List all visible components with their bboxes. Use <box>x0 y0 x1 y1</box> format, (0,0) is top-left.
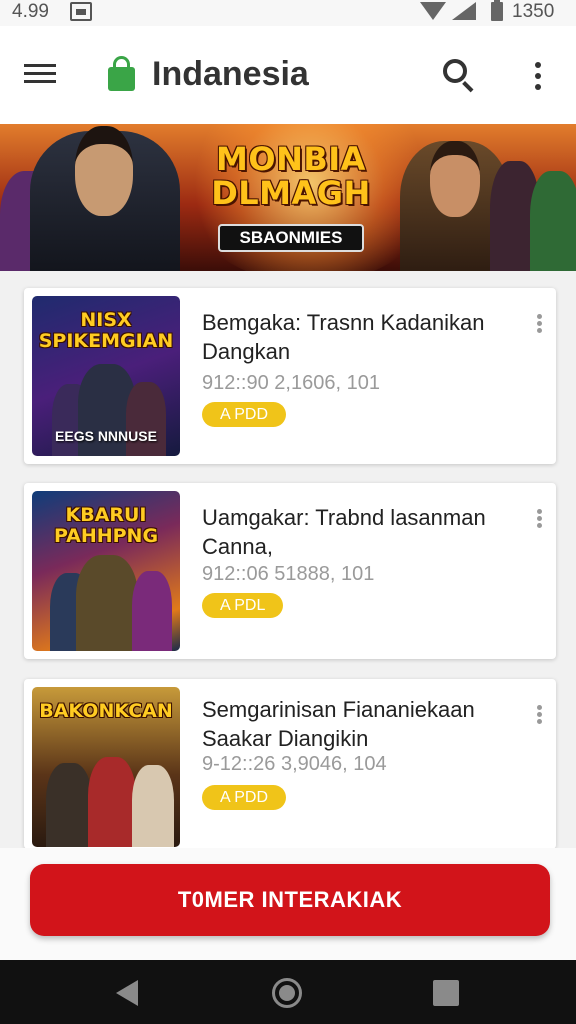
battery-icon <box>491 0 503 21</box>
item-title: Semgarinisan Fiananiekaan Saakar Diangik… <box>202 697 475 751</box>
back-icon[interactable] <box>116 980 138 1006</box>
list-item[interactable]: BAKONKCAN Semgarinisan Fiananiekaan Saak… <box>24 679 556 849</box>
item-meta: 912::90 2,1606, 101 <box>202 372 380 394</box>
thumbnail-title: NISX SPIKEMGIAN <box>38 309 174 352</box>
item-more-icon[interactable] <box>532 314 548 334</box>
item-badge[interactable]: A PDD <box>202 785 287 810</box>
thumbnail-title: BAKONKCAN <box>39 700 173 722</box>
item-thumbnail: NISX SPIKEMGIAN EEGS NNNUSE <box>32 296 180 456</box>
wifi-icon <box>420 2 446 20</box>
home-icon[interactable] <box>272 978 302 1008</box>
banner-figure <box>530 171 576 271</box>
system-nav-bar <box>0 960 576 1024</box>
battery-text: 1350 <box>512 1 555 22</box>
signal-icon <box>452 2 476 20</box>
primary-cta-button[interactable]: T0MER INTERAKIAK <box>30 864 550 936</box>
status-time: 4.99 <box>12 1 49 22</box>
item-more-icon[interactable] <box>532 705 548 725</box>
item-thumbnail: BAKONKCAN <box>32 687 180 847</box>
item-title: Bemgaka: Trasnn Kadanikan Dangkan <box>202 310 485 364</box>
list-item[interactable]: KBARUI PAHHPNG Uamgakar: Trabnd lasanman… <box>24 483 556 659</box>
item-meta: 912::06 51888, 101 <box>202 563 375 585</box>
item-badge[interactable]: A PDD <box>202 402 287 427</box>
banner-title: MONBIA DLMAGH <box>211 140 371 212</box>
menu-icon[interactable] <box>22 61 60 87</box>
item-title: Uamgakar: Trabnd lasanman Canna, <box>202 505 486 559</box>
app-title: Indanesia <box>152 55 309 93</box>
thumbnail-title: KBARUI PAHHPNG <box>53 504 159 547</box>
thumbnail-figure <box>126 382 166 456</box>
banner-hero-figure <box>30 126 180 271</box>
thumbnail-figure <box>132 571 172 651</box>
item-more-icon[interactable] <box>532 509 548 529</box>
recent-apps-icon[interactable] <box>433 980 459 1006</box>
item-thumbnail: KBARUI PAHHPNG <box>32 491 180 651</box>
lock-icon <box>108 56 135 91</box>
item-meta: 9-12::26 3,9046, 104 <box>202 753 387 775</box>
thumbnail-subtitle: EEGS NNNUSE <box>55 428 157 444</box>
thumbnail-figure <box>132 765 174 847</box>
cast-icon <box>70 2 92 21</box>
thumbnail-figure <box>76 555 138 651</box>
thumbnail-figure <box>88 757 136 847</box>
status-bar: 4.99 1350 <box>0 0 576 26</box>
more-vertical-icon[interactable] <box>526 60 550 94</box>
banner-subtitle: SBAONMIES <box>218 224 364 252</box>
bottom-action-area: T0MER INTERAKIAK <box>0 848 576 960</box>
app-bar: Indanesia <box>0 26 576 124</box>
thumbnail-figure <box>46 763 92 847</box>
list-item[interactable]: NISX SPIKEMGIAN EEGS NNNUSE Bemgaka: Tra… <box>24 288 556 464</box>
item-badge[interactable]: A PDL <box>202 593 284 618</box>
search-icon[interactable] <box>440 56 480 96</box>
